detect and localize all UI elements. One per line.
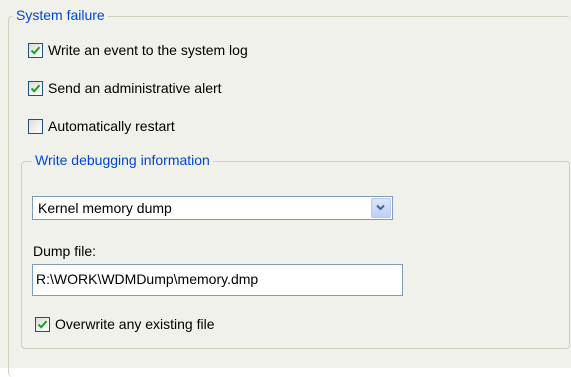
- dump-file-field[interactable]: [32, 264, 403, 296]
- dump-type-select[interactable]: Kernel memory dump: [32, 196, 393, 220]
- auto-restart-row[interactable]: Automatically restart: [28, 118, 175, 134]
- checkmark-icon: [30, 84, 41, 93]
- send-alert-checkbox[interactable]: [28, 80, 43, 96]
- debugging-legend: Write debugging information: [32, 152, 213, 169]
- dump-file-label: Dump file:: [33, 243, 97, 259]
- write-event-label: Write an event to the system log: [48, 42, 248, 58]
- overwrite-checkbox[interactable]: [35, 316, 50, 332]
- dump-file-input[interactable]: [36, 271, 396, 287]
- dropdown-button[interactable]: [371, 198, 391, 218]
- send-alert-row[interactable]: Send an administrative alert: [28, 80, 222, 96]
- auto-restart-label: Automatically restart: [48, 118, 175, 134]
- checkmark-icon: [37, 320, 48, 329]
- send-alert-label: Send an administrative alert: [48, 80, 222, 96]
- dump-type-value: Kernel memory dump: [38, 200, 172, 216]
- write-event-checkbox[interactable]: [28, 42, 43, 58]
- auto-restart-checkbox[interactable]: [28, 118, 43, 134]
- write-event-row[interactable]: Write an event to the system log: [28, 42, 248, 58]
- chevron-down-icon: [376, 204, 385, 211]
- overwrite-label: Overwrite any existing file: [55, 316, 215, 332]
- system-failure-legend: System failure: [13, 7, 108, 24]
- checkmark-icon: [30, 46, 41, 55]
- system-failure-panel: System failure Write an event to the sys…: [0, 0, 571, 377]
- overwrite-row[interactable]: Overwrite any existing file: [35, 316, 215, 332]
